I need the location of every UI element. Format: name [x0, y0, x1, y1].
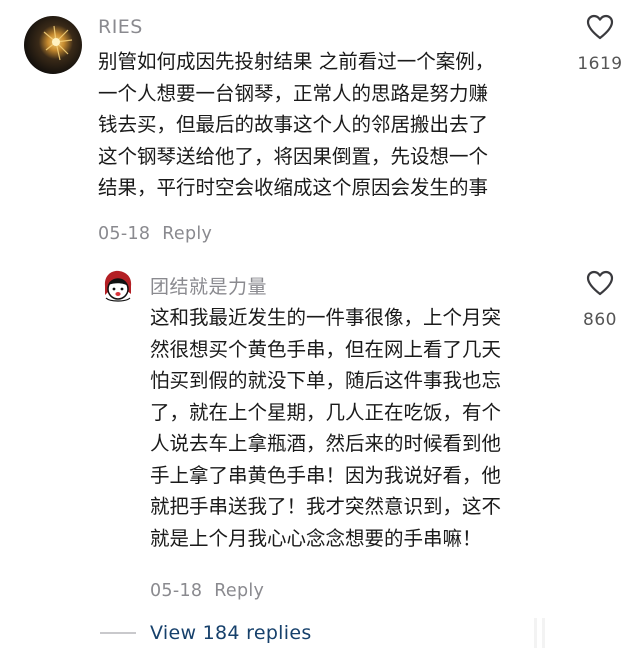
username[interactable]: RIES: [98, 16, 143, 38]
like-count: 860: [583, 310, 617, 330]
cartoon-girl-avatar-icon: [104, 270, 132, 302]
comment-item: RIES 别管如何成因先投射结果 之前看过一个案例， 一个人想要一台钢琴，正常人…: [0, 0, 640, 260]
comment-meta: 05-18 Reply: [98, 224, 212, 244]
watermark-decoration: [534, 618, 558, 648]
heart-outline-icon[interactable]: [586, 14, 614, 40]
comment-line: 人说去车上拿瓶酒，然后来的时候看到他: [150, 432, 502, 455]
comment-line: 别管如何成因先投射结果 之前看过一个案例，: [98, 50, 495, 73]
fireworks-avatar-icon: [43, 25, 73, 61]
comment-text: 这和我最近发生的一件事很像，上个月突 然很想买个黄色手串，但在网上看了几天 怕买…: [150, 302, 501, 554]
comment-line: 一个人想要一台钢琴，正常人的思路是努力赚: [98, 81, 489, 105]
comment-meta: 05-18 Reply: [150, 581, 264, 601]
comment-line: 然很想买个黄色手串，但在网上看了几天: [150, 337, 502, 361]
comment-line: 怕买到假的就没下单，随后这件事我也忘: [150, 369, 502, 392]
heart-outline-icon[interactable]: [586, 270, 614, 296]
view-replies-label[interactable]: View 184 replies: [150, 622, 312, 644]
avatar[interactable]: [24, 16, 82, 74]
reply-button[interactable]: Reply: [162, 224, 212, 244]
comment-line: 这个钢琴送给他了，将因果倒置，先设想一个: [98, 144, 489, 168]
comment-date: 05-18: [150, 581, 203, 601]
comment-line: 手上拿了串黄色手串！因为我说好看，他: [150, 463, 502, 487]
comment-line: 了，就在上个星期，几人正在吃饭，有个: [150, 400, 502, 424]
comment-date: 05-18: [98, 224, 151, 244]
reply-item: 团结就是力量 这和我最近发生的一件事很像，上个月突 然很想买个黄色手串，但在网上…: [0, 260, 640, 620]
view-replies-button[interactable]: View 184 replies: [100, 618, 312, 648]
like-count: 1619: [577, 54, 623, 74]
comment-line: 结果，平行时空会收缩成这个原因会发生的事: [98, 176, 489, 199]
divider: [100, 632, 136, 634]
comment-text: 别管如何成因先投射结果 之前看过一个案例， 一个人想要一台钢琴，正常人的思路是努…: [98, 46, 494, 204]
reply-button[interactable]: Reply: [214, 581, 264, 601]
username[interactable]: 团结就是力量: [150, 272, 267, 299]
like-button[interactable]: 1619: [570, 14, 630, 74]
like-button[interactable]: 860: [570, 270, 630, 330]
comment-line: 就把手串送我了！我才突然意识到，这不: [150, 495, 502, 518]
comment-line: 就是上个月我心心念念想要的手串嘛！: [150, 526, 482, 550]
comment-line: 钱去买，但最后的故事这个人的邻居搬出去了: [98, 113, 489, 136]
avatar[interactable]: [100, 268, 136, 304]
comment-line: 这和我最近发生的一件事很像，上个月突: [150, 306, 502, 329]
